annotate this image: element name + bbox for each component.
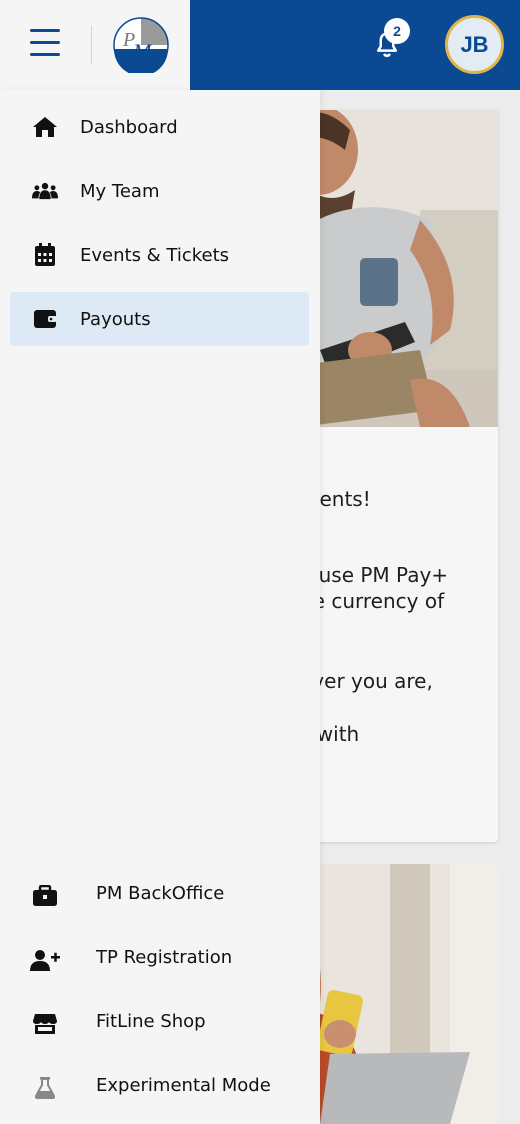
avatar[interactable]: JB: [445, 15, 504, 74]
nav-item-label: Dashboard: [80, 116, 178, 138]
navigation-drawer: Dashboard My Team Events & Tickets Payou…: [0, 90, 320, 1124]
nav-item-label: FitLine Shop: [96, 1011, 206, 1032]
card-photo: [300, 864, 498, 1124]
user-plus-icon: [30, 947, 60, 973]
news-card[interactable]: ments! o use PM Pay+ he currency of y ev…: [300, 110, 498, 842]
nav-item-fitline-shop[interactable]: FitLine Shop: [0, 996, 320, 1050]
divider: [91, 26, 92, 64]
drawer-header: P M: [0, 0, 190, 90]
menu-icon[interactable]: [30, 29, 60, 59]
nav-item-label: Experimental Mode: [96, 1075, 271, 1096]
team-icon: [32, 179, 58, 203]
nav-item-label: Events & Tickets: [80, 244, 230, 266]
flask-icon: [30, 1075, 60, 1101]
nav-item-tp-registration[interactable]: TP Registration: [0, 932, 320, 986]
store-icon: [30, 1011, 60, 1037]
news-card[interactable]: [300, 864, 498, 1124]
nav-item-events-tickets[interactable]: Events & Tickets: [10, 228, 309, 282]
home-icon: [32, 115, 58, 139]
nav-item-experimental-mode[interactable]: Experimental Mode: [0, 1060, 320, 1114]
nav-item-payouts[interactable]: Payouts: [10, 292, 309, 346]
calendar-icon: [32, 243, 58, 267]
wallet-icon: [32, 307, 58, 331]
nav-item-label: My Team: [80, 180, 160, 202]
nav-item-label: PM BackOffice: [96, 883, 225, 904]
card-photo: [300, 110, 498, 427]
svg-text:M: M: [132, 39, 153, 64]
nav-item-my-team[interactable]: My Team: [10, 164, 309, 218]
pm-logo: P M: [113, 17, 169, 73]
card-text-line: o use PM Pay+: [300, 563, 449, 587]
briefcase-icon: [30, 883, 60, 909]
notification-badge: 2: [384, 18, 410, 44]
nav-item-label: TP Registration: [96, 947, 233, 968]
nav-item-label: Payouts: [80, 308, 151, 330]
nav-item-pm-backoffice[interactable]: PM BackOffice: [0, 868, 320, 922]
card-text-line: he currency of: [300, 589, 445, 613]
nav-item-dashboard[interactable]: Dashboard: [10, 100, 309, 154]
